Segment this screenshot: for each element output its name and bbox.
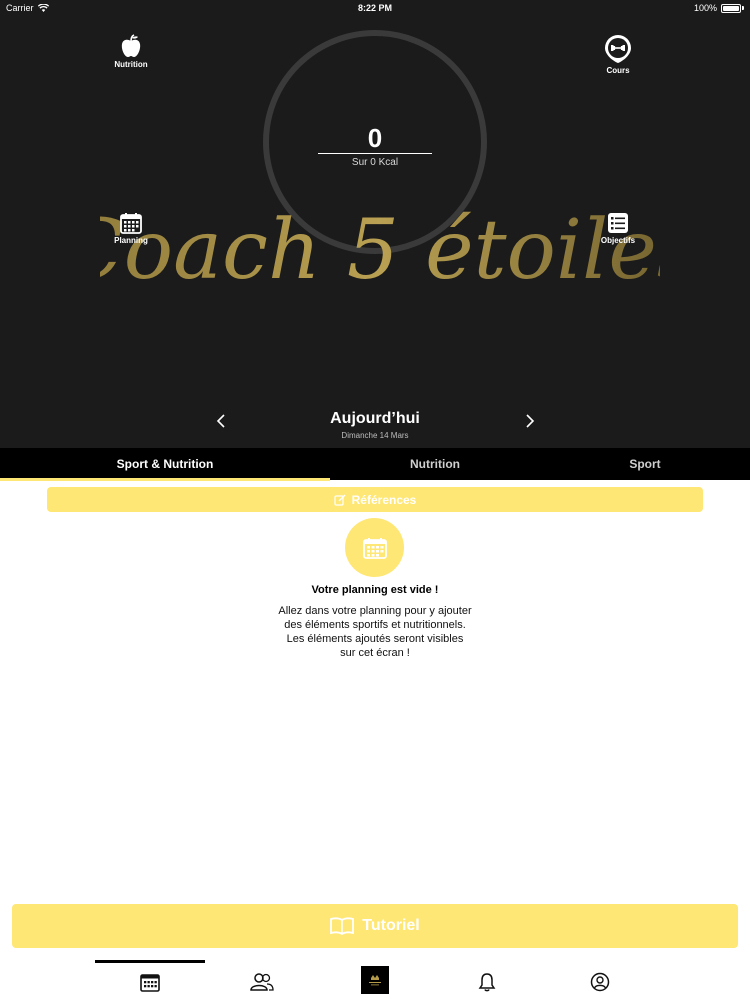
status-right: 100% bbox=[694, 3, 744, 13]
empty-message-line: Les éléments ajoutés seront visibles bbox=[286, 633, 464, 645]
bottom-tab-bar bbox=[0, 960, 750, 1000]
references-button[interactable]: Références bbox=[47, 487, 703, 512]
empty-planning-title: Votre planning est vide ! bbox=[311, 584, 439, 596]
objectifs-button[interactable]: Objectifs bbox=[578, 212, 658, 245]
brand-logo: Coach 5 étoiles bbox=[100, 203, 660, 298]
tab-sport[interactable]: Sport bbox=[540, 448, 750, 480]
tutorial-button[interactable]: Tutoriel bbox=[12, 904, 738, 948]
bottom-tab-community[interactable] bbox=[247, 968, 277, 996]
empty-planning-message: Allez dans votre planning pour y ajouter… bbox=[175, 604, 575, 660]
planning-button[interactable]: Planning bbox=[91, 212, 171, 245]
date-navigator: Aujourd’hui Dimanche 14 Mars bbox=[0, 408, 750, 448]
empty-planning-badge bbox=[345, 518, 404, 577]
open-book-icon bbox=[330, 917, 355, 935]
nutrition-label: Nutrition bbox=[114, 60, 148, 69]
edit-icon bbox=[334, 494, 346, 506]
bottom-tab-profile[interactable] bbox=[585, 968, 615, 996]
battery-percent: 100% bbox=[693, 3, 717, 13]
cours-label: Cours bbox=[606, 66, 630, 75]
calendar-icon bbox=[362, 537, 387, 559]
calorie-divider bbox=[318, 153, 432, 154]
calorie-goal-label: Sur 0 Kcal bbox=[351, 157, 399, 168]
previous-day-arrow-icon[interactable] bbox=[211, 412, 231, 432]
tab-sport-nutrition[interactable]: Sport & Nutrition bbox=[0, 448, 330, 480]
date-subtitle: Dimanche 14 Mars bbox=[341, 431, 409, 440]
users-icon bbox=[250, 973, 274, 991]
calorie-value: 0 bbox=[367, 123, 383, 153]
empty-message-line: sur cet écran ! bbox=[340, 647, 410, 659]
empty-message-line: des éléments sportifs et nutritionnels. bbox=[284, 619, 466, 631]
planning-label: Planning bbox=[114, 236, 148, 245]
date-title: Aujourd’hui bbox=[330, 410, 420, 427]
dashboard-hero: Coach 5 étoiles 0 Sur 0 Kcal Nutrition C… bbox=[0, 16, 750, 448]
profile-icon bbox=[590, 972, 610, 992]
empty-message-line: Allez dans votre planning pour y ajouter bbox=[278, 605, 472, 617]
cours-button[interactable]: Cours bbox=[578, 34, 658, 75]
svg-text:Coach 5 étoiles: Coach 5 étoiles bbox=[100, 203, 660, 298]
bottom-tab-notifications[interactable] bbox=[472, 968, 502, 996]
battery-tip bbox=[742, 6, 744, 10]
bottom-active-indicator bbox=[95, 960, 205, 963]
status-time: 8:22 PM bbox=[357, 3, 392, 13]
active-tab-indicator bbox=[0, 478, 330, 481]
checklist-icon bbox=[608, 213, 628, 233]
nutrition-button[interactable]: Nutrition bbox=[91, 34, 171, 69]
bottom-tab-home-logo[interactable] bbox=[361, 966, 389, 994]
dumbbell-pin-icon bbox=[605, 35, 631, 63]
objectifs-label: Objectifs bbox=[600, 236, 636, 245]
calendar-icon bbox=[120, 213, 142, 234]
bell-icon bbox=[478, 973, 496, 992]
tab-nutrition[interactable]: Nutrition bbox=[330, 448, 540, 480]
apple-icon bbox=[121, 34, 141, 57]
bottom-tab-planning[interactable] bbox=[135, 968, 165, 996]
battery-icon bbox=[721, 3, 741, 13]
next-day-arrow-icon[interactable] bbox=[520, 412, 540, 432]
references-label: Références bbox=[351, 492, 417, 507]
brand-crest-icon bbox=[369, 975, 381, 986]
status-bar: Carrier 8:22 PM 100% bbox=[0, 0, 750, 16]
tutorial-label: Tutoriel bbox=[362, 917, 420, 934]
calendar-icon bbox=[140, 973, 160, 992]
content-tabs: Sport & Nutrition Nutrition Sport bbox=[0, 448, 750, 480]
